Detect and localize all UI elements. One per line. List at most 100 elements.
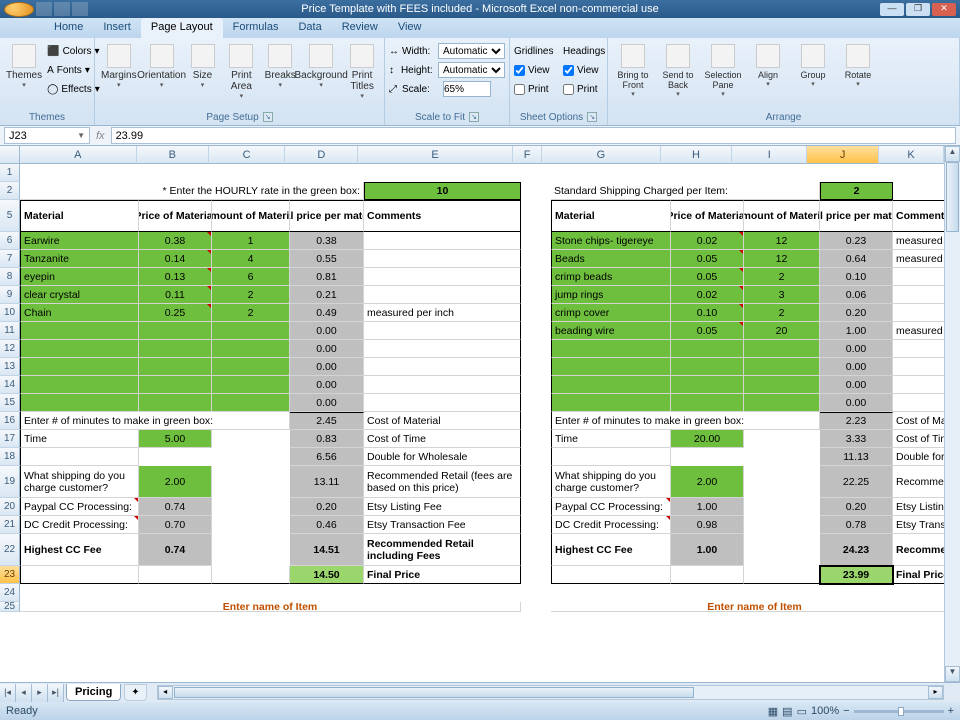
cell-J15[interactable]: 0.00 (820, 394, 893, 412)
cell-H17[interactable]: 20.00 (671, 430, 744, 448)
tab-formulas[interactable]: Formulas (223, 18, 289, 38)
cell-K11[interactable]: measured per (893, 322, 944, 340)
rotate-button[interactable]: Rotate▾ (837, 42, 879, 108)
cell-B8[interactable]: 0.13 (139, 268, 212, 286)
formula-bar[interactable]: 23.99 (111, 127, 956, 144)
cell-K10[interactable] (893, 304, 944, 322)
cell-G7[interactable]: Beads (551, 250, 671, 268)
cell-B21[interactable]: 0.70 (139, 516, 212, 534)
cell-D5[interactable]: Total price per material (290, 200, 364, 232)
cell-C11[interactable] (212, 322, 290, 340)
zoom-in-icon[interactable]: + (948, 705, 954, 717)
cell-C10[interactable]: 2 (212, 304, 290, 322)
scroll-left-icon[interactable]: ◂ (158, 686, 173, 699)
zoom-out-icon[interactable]: − (843, 705, 849, 717)
group-button[interactable]: Group▾ (792, 42, 834, 108)
save-icon[interactable] (36, 2, 52, 16)
cell-I8[interactable]: 2 (744, 268, 820, 286)
undo-icon[interactable] (54, 2, 70, 16)
cell-J6[interactable]: 0.23 (820, 232, 893, 250)
cell-C9[interactable]: 2 (212, 286, 290, 304)
cell-H22[interactable]: 1.00 (671, 534, 744, 566)
cell-I12[interactable] (744, 340, 820, 358)
cell-G17[interactable]: Time (551, 430, 671, 448)
vscroll-thumb[interactable] (946, 162, 959, 232)
col-header-B[interactable]: B (137, 146, 209, 164)
tab-insert[interactable]: Insert (93, 18, 141, 38)
cell-G22[interactable]: Highest CC Fee (551, 534, 671, 566)
row-header-12[interactable]: 12 (0, 340, 20, 358)
cell-G5[interactable]: Material (551, 200, 671, 232)
cell-D20[interactable]: 0.20 (290, 498, 364, 516)
cell-E17[interactable]: Cost of Time (364, 430, 521, 448)
row-header-1[interactable]: 1 (0, 164, 20, 182)
cell-G16[interactable]: Enter # of minutes to make in green box: (551, 412, 820, 430)
cell-A7[interactable]: Tanzanite (20, 250, 139, 268)
cell-I23[interactable] (744, 566, 820, 584)
col-header-K[interactable]: K (879, 146, 944, 164)
cell-C5[interactable]: Amount of Material (212, 200, 290, 232)
cell-B19[interactable]: 2.00 (139, 466, 212, 498)
scroll-up-icon[interactable]: ▲ (945, 146, 960, 162)
gridlines-print-check[interactable] (514, 84, 525, 95)
cell-I9[interactable]: 3 (744, 286, 820, 304)
cell-K22[interactable]: Recommende including Fe (893, 534, 944, 566)
cell-H11[interactable]: 0.05 (671, 322, 744, 340)
cell-A20[interactable]: Paypal CC Processing: (20, 498, 139, 516)
cell-J10[interactable]: 0.20 (820, 304, 893, 322)
row-header-2[interactable]: 2 (0, 182, 20, 200)
cell-D22[interactable]: 14.51 (290, 534, 364, 566)
cell-B17[interactable]: 5.00 (139, 430, 212, 448)
cell-J7[interactable]: 0.64 (820, 250, 893, 268)
scale-dialog-icon[interactable]: ↘ (469, 112, 479, 122)
cell-J9[interactable]: 0.06 (820, 286, 893, 304)
cell-J13[interactable]: 0.00 (820, 358, 893, 376)
cell-D9[interactable]: 0.21 (290, 286, 364, 304)
cell-B5[interactable]: Price of Material (139, 200, 212, 232)
row-header-11[interactable]: 11 (0, 322, 20, 340)
cell-J16[interactable]: 2.23 (820, 412, 893, 430)
cell-G10[interactable]: crimp cover (551, 304, 671, 322)
office-button[interactable] (4, 2, 34, 17)
cell-D6[interactable]: 0.38 (290, 232, 364, 250)
cell-E23[interactable]: Final Price (364, 566, 521, 584)
cell-H12[interactable] (671, 340, 744, 358)
cell-E18[interactable]: Double for Wholesale (364, 448, 521, 466)
cell-C13[interactable] (212, 358, 290, 376)
row-header-6[interactable]: 6 (0, 232, 20, 250)
cell-J21[interactable]: 0.78 (820, 516, 893, 534)
cell-C6[interactable]: 1 (212, 232, 290, 250)
cell-G25[interactable]: Enter name of Item (551, 602, 944, 612)
cell-J14[interactable]: 0.00 (820, 376, 893, 394)
cell-H14[interactable] (671, 376, 744, 394)
last-sheet-icon[interactable]: ▸| (48, 684, 64, 702)
cell-A17[interactable]: Time (20, 430, 139, 448)
cell-E12[interactable] (364, 340, 521, 358)
cell-D7[interactable]: 0.55 (290, 250, 364, 268)
cell-H19[interactable]: 2.00 (671, 466, 744, 498)
tab-data[interactable]: Data (288, 18, 331, 38)
height-select[interactable]: Automatic (438, 62, 505, 78)
cell-A2[interactable]: * Enter the HOURLY rate in the green box… (20, 182, 364, 200)
cell-A11[interactable] (20, 322, 139, 340)
row-header-24[interactable]: 24 (0, 584, 20, 602)
zoom-level[interactable]: 100% (811, 705, 839, 717)
cell-H23[interactable] (671, 566, 744, 584)
colors-button[interactable]: ⬛ Colors ▾ (47, 42, 100, 60)
cell-J20[interactable]: 0.20 (820, 498, 893, 516)
tab-page-layout[interactable]: Page Layout (141, 18, 223, 38)
cell-G14[interactable] (551, 376, 671, 394)
cell-G15[interactable] (551, 394, 671, 412)
cell-D14[interactable]: 0.00 (290, 376, 364, 394)
col-header-E[interactable]: E (358, 146, 513, 164)
next-sheet-icon[interactable]: ▸ (32, 684, 48, 702)
print-area-button[interactable]: Print Area▾ (223, 42, 259, 108)
tab-view[interactable]: View (388, 18, 432, 38)
sheet-tab-pricing[interactable]: Pricing (66, 684, 121, 701)
select-all-corner[interactable] (0, 146, 20, 164)
bring-to-front-button[interactable]: Bring to Front▾ (612, 42, 654, 108)
cell-J22[interactable]: 24.23 (820, 534, 893, 566)
cell-K21[interactable]: Etsy Transac (893, 516, 944, 534)
cell-I14[interactable] (744, 376, 820, 394)
cell-D19[interactable]: 13.11 (290, 466, 364, 498)
